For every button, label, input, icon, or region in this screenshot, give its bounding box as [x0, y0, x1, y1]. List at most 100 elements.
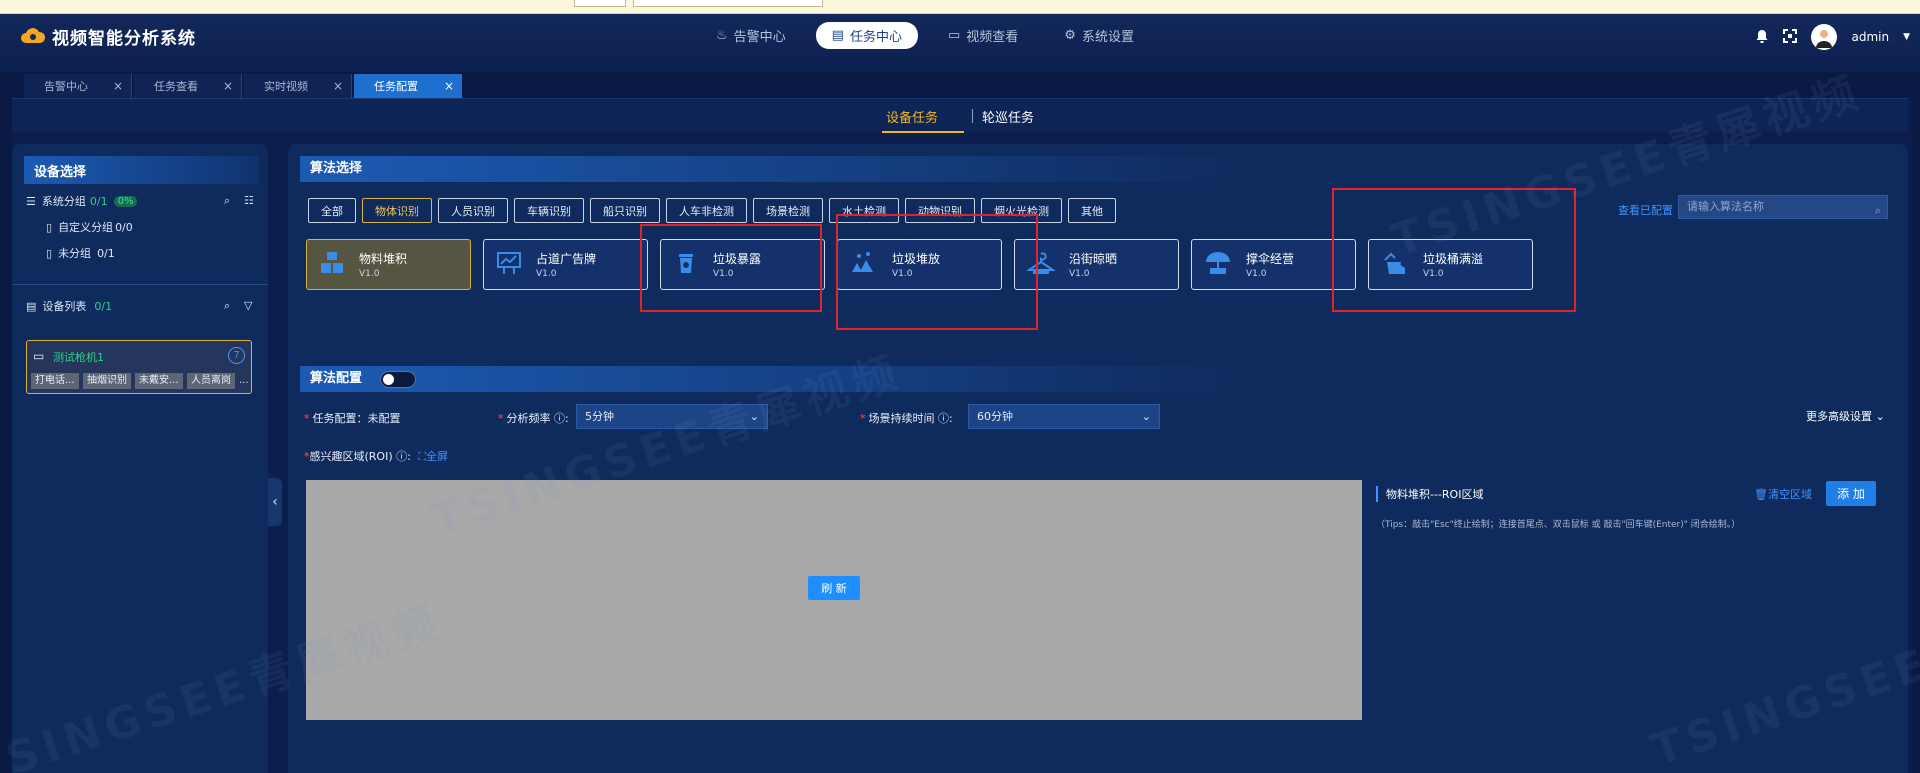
close-icon[interactable]: × — [444, 79, 454, 93]
system-group-percent: 0% — [113, 195, 138, 207]
chevron-down-icon: ⌄ — [1141, 410, 1151, 423]
group-count: 0/1 — [97, 246, 115, 260]
nav-label: 视频查看 — [966, 30, 1019, 45]
system-group-label: 系统分组 — [41, 195, 86, 208]
nav-alarm-center[interactable]: ♨ 告警中心 — [700, 22, 802, 49]
browser-field[interactable] — [574, 0, 626, 7]
fullscreen-icon[interactable] — [1783, 28, 1798, 46]
chevron-left-icon: ‹ — [272, 494, 278, 510]
roi-label: 感兴趣区域(ROI) — [309, 450, 393, 463]
group-item[interactable]: ▯ 自定义分组 0/0 — [46, 214, 268, 240]
freq-label: 分析频率 — [506, 412, 551, 425]
freq-value: 5分钟 — [585, 410, 614, 423]
subtab-divider — [972, 109, 973, 123]
tree-list-icon: ☰ — [26, 194, 36, 208]
collapse-tree-icon[interactable]: ☷ — [244, 194, 254, 207]
algo-version: V1.0 — [536, 269, 557, 279]
trash-icon: 🗑 — [1754, 488, 1768, 501]
task-config-label: 任务配置： — [312, 412, 368, 425]
filter-button[interactable]: 人员识别 — [438, 198, 508, 223]
filter-button[interactable]: 车辆识别 — [514, 198, 584, 223]
chevron-down-icon: ⌄ — [749, 410, 759, 423]
filter-button[interactable]: 场景检测 — [753, 198, 823, 223]
tab-label: 实时视频 — [264, 80, 308, 93]
list-icon: ▤ — [26, 299, 37, 313]
advanced-settings-toggle[interactable]: 更多高级设置 ⌄ — [1806, 408, 1885, 424]
billboard-icon — [496, 250, 522, 279]
algo-search-input[interactable]: 请输入算法名称 ⌕ — [1678, 195, 1888, 219]
nav-label: 任务中心 — [849, 30, 902, 45]
duration-label: 场景持续时间 — [868, 412, 935, 425]
config-toggle[interactable] — [380, 371, 416, 388]
filter-button[interactable]: 物体识别 — [362, 198, 432, 223]
avatar[interactable] — [1811, 24, 1838, 50]
close-icon[interactable]: × — [113, 79, 123, 93]
umbrella-icon — [1204, 250, 1232, 279]
main-nav: ♨ 告警中心 ▤ 任务中心 ▭ 视频查看 ⚙ 系统设置 — [700, 22, 1150, 49]
tab-task-config[interactable]: 任务配置 × — [354, 74, 462, 98]
nav-video-view[interactable]: ▭ 视频查看 — [932, 22, 1034, 49]
nav-system-settings[interactable]: ⚙ 系统设置 — [1048, 22, 1150, 49]
filter-button[interactable]: 船只识别 — [590, 198, 660, 223]
algo-card[interactable]: 占道广告牌 V1.0 — [483, 239, 648, 290]
tab-task-view[interactable]: 任务查看 × — [134, 74, 242, 98]
group-count: 0/0 — [115, 220, 133, 234]
device-card[interactable]: ▭ 测试枪机1 7 打电话... 抽烟识别 未戴安... 人员离岗 ... — [26, 340, 252, 394]
algo-card[interactable]: 物料堆积 V1.0 — [306, 239, 471, 290]
subtab-device-task[interactable]: 设备任务 — [886, 107, 938, 126]
duration-select[interactable]: 60分钟 ⌄ — [968, 404, 1160, 429]
search-icon[interactable]: ⌕ — [224, 299, 230, 313]
browser-field[interactable] — [633, 0, 823, 7]
tab-label: 告警中心 — [44, 80, 88, 93]
tab-alarm-center[interactable]: 告警中心 × — [24, 74, 132, 98]
refresh-button[interactable]: 刷 新 — [808, 576, 860, 600]
algo-version: V1.0 — [1246, 269, 1267, 279]
gear-icon: ⚙ — [1064, 28, 1076, 43]
device-chip: 人员离岗 — [187, 373, 235, 389]
roi-canvas[interactable]: 刷 新 — [306, 480, 1362, 720]
collapse-left-button[interactable]: ‹ — [268, 478, 282, 526]
nav-task-center[interactable]: ▤ 任务中心 — [815, 22, 918, 49]
help-icon[interactable]: ⓘ — [396, 450, 407, 463]
filter-button[interactable]: 全部 — [308, 198, 356, 223]
active-tab-underline — [882, 131, 964, 133]
device-select-title: 设备选择 — [24, 156, 258, 184]
help-icon[interactable]: ⓘ — [938, 412, 949, 425]
fullscreen-link[interactable]: ⛶全屏 — [418, 450, 448, 463]
search-icon: ⌕ — [1874, 204, 1881, 217]
close-icon[interactable]: × — [333, 79, 343, 93]
help-icon[interactable]: ⓘ — [554, 412, 565, 425]
header-tools: admin ▼ — [1755, 24, 1910, 50]
browser-bar — [0, 0, 1920, 14]
cloud-logo-icon — [20, 25, 46, 48]
filter-button[interactable]: 其他 — [1068, 198, 1116, 223]
alarm-icon: ♨ — [716, 28, 728, 43]
view-configured-link[interactable]: 查看已配置 — [1618, 202, 1673, 218]
algo-version: V1.0 — [359, 269, 380, 279]
algo-version: V1.0 — [1069, 269, 1090, 279]
group-item[interactable]: ▯ 未分组 0/1 — [46, 240, 268, 266]
filter-icon[interactable]: ▽ — [244, 299, 252, 312]
task-config-field: * 任务配置：未配置 — [304, 410, 401, 426]
clear-area-link[interactable]: 🗑清空区域 — [1754, 486, 1812, 502]
clear-label: 清空区域 — [1767, 488, 1812, 501]
bell-icon[interactable] — [1755, 29, 1769, 46]
user-name[interactable]: admin — [1851, 30, 1889, 44]
subtab-patrol-task[interactable]: 轮巡任务 — [982, 107, 1034, 126]
nav-label: 告警中心 — [733, 30, 786, 45]
tab-live-video[interactable]: 实时视频 × — [244, 74, 352, 98]
algo-name: 沿街晾晒 — [1069, 252, 1118, 266]
close-icon[interactable]: × — [223, 79, 233, 93]
freq-select[interactable]: 5分钟 ⌄ — [576, 404, 768, 429]
algo-name: 物料堆积 — [359, 252, 408, 266]
device-chip-more: ... — [239, 375, 249, 386]
clipboard-icon: ▤ — [831, 28, 844, 43]
chevron-down-icon[interactable]: ▼ — [1903, 32, 1910, 42]
search-icon[interactable]: ⌕ — [224, 194, 230, 208]
filter-button[interactable]: 人车非检测 — [666, 198, 747, 223]
required-mark: * — [860, 412, 866, 425]
system-group-row[interactable]: ☰ 系统分组 0/1 0% ⌕ ☷ — [26, 188, 268, 214]
algo-card[interactable]: 沿街晾晒 V1.0 — [1014, 239, 1179, 290]
roi-area-title: 物料堆积---ROI区域 — [1376, 486, 1483, 502]
add-button[interactable]: 添 加 — [1826, 481, 1876, 506]
